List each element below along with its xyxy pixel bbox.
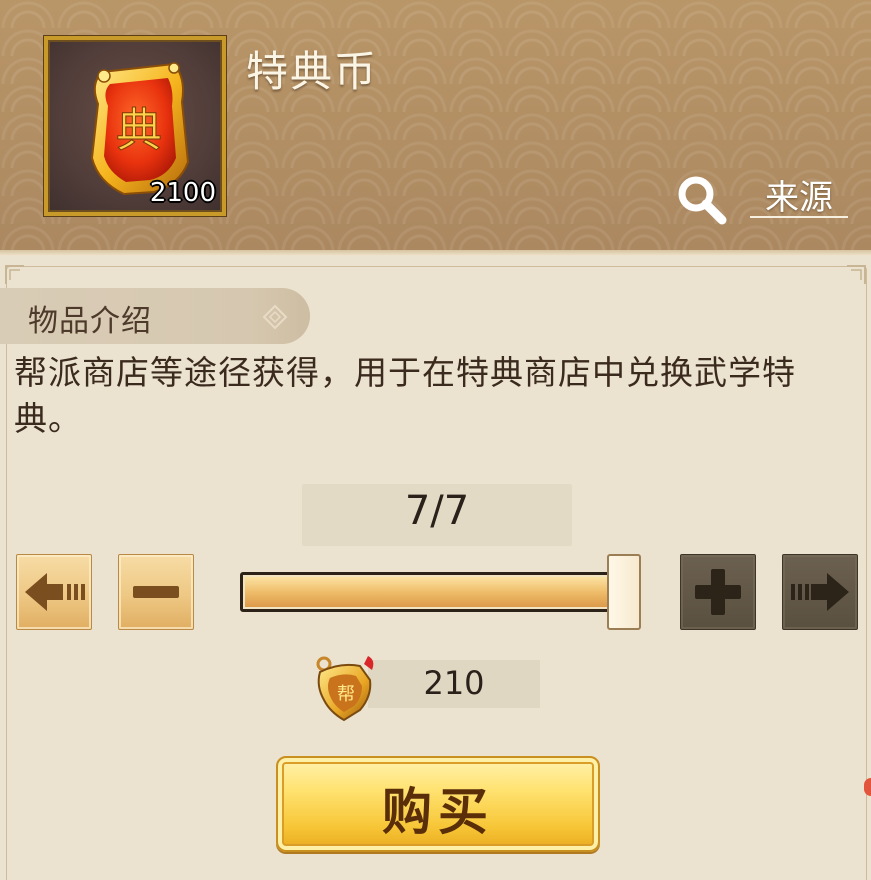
- slider-handle[interactable]: [607, 554, 641, 630]
- minus-icon: [133, 586, 179, 598]
- item-header: 典 2100 特典币 来源: [0, 0, 871, 252]
- arrow-right-end-icon: [791, 573, 849, 611]
- buy-button-label: 购买: [382, 782, 494, 841]
- corner-ornament-left: [5, 265, 24, 284]
- svg-text:帮: 帮: [337, 684, 355, 705]
- max-quantity-button[interactable]: [782, 554, 858, 630]
- quantity-display: 7/7: [302, 484, 572, 546]
- buy-button[interactable]: 购买: [276, 756, 600, 852]
- quantity-slider[interactable]: [240, 572, 628, 612]
- bangpai-coin-icon: 帮: [316, 656, 374, 722]
- section-title: 物品介绍: [28, 304, 152, 339]
- minus-button[interactable]: [118, 554, 194, 630]
- svg-text:典: 典: [116, 103, 162, 157]
- source-link[interactable]: 来源: [750, 170, 848, 218]
- item-count-badge: 2100: [149, 178, 216, 208]
- item-name: 特典币: [246, 47, 379, 96]
- min-quantity-button[interactable]: [16, 554, 92, 630]
- item-detail-dialog: 典 2100 特典币 来源 物品介绍 帮派商店等途径获得，用于在特典商店中兑换武…: [0, 0, 871, 880]
- slider-fill: [245, 577, 623, 607]
- quantity-text: 7/7: [404, 488, 470, 534]
- price-box: 210: [368, 660, 540, 708]
- price-value: 210: [423, 664, 485, 702]
- arrow-left-end-icon: [25, 573, 85, 611]
- tedian-coin-icon: 典: [90, 62, 190, 196]
- item-icon-frame: 典 2100: [44, 36, 226, 216]
- magnifier-icon[interactable]: [674, 172, 730, 228]
- item-description: 帮派商店等途径获得，用于在特典商店中兑换武学特典。: [14, 353, 796, 438]
- corner-ornament-right: [847, 265, 866, 284]
- plus-icon: [695, 569, 741, 615]
- notification-dot: [864, 778, 871, 796]
- diamond-ornament-icon: [262, 304, 288, 330]
- description-section-tab: 物品介绍: [0, 288, 310, 344]
- plus-button[interactable]: [680, 554, 756, 630]
